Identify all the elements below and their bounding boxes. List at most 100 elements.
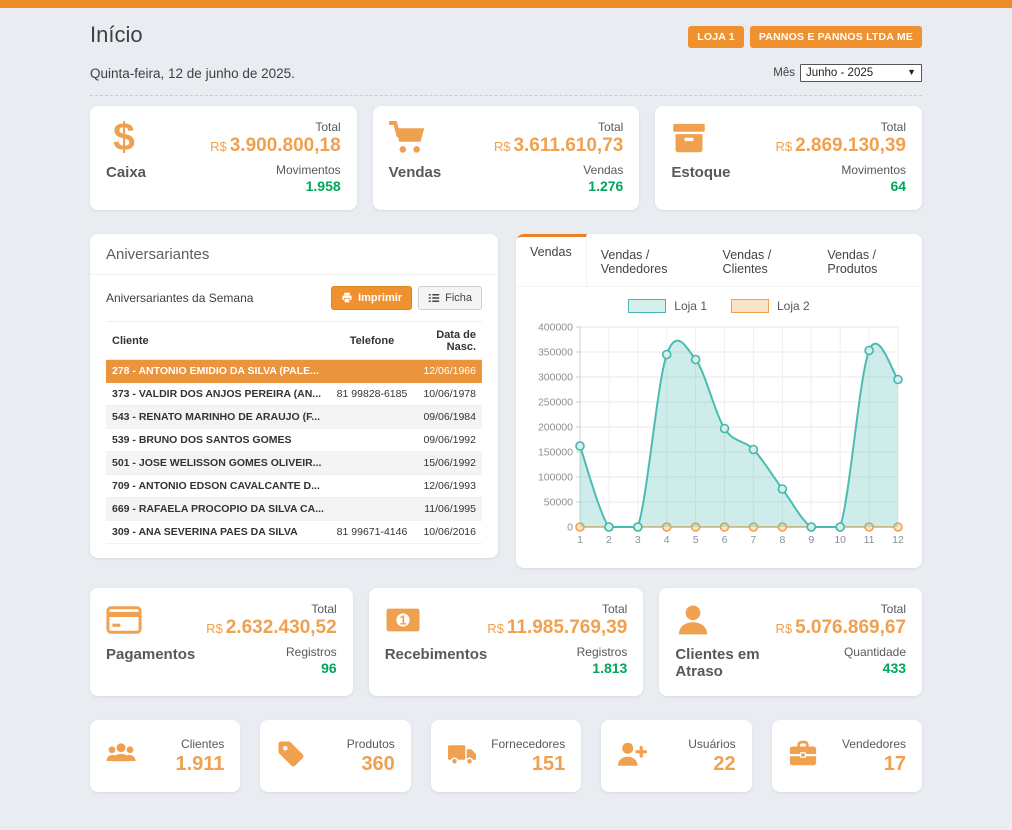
svg-text:10: 10 xyxy=(834,534,846,546)
print-button[interactable]: Imprimir xyxy=(331,286,412,310)
tab-vendas-vendedores[interactable]: Vendas / Vendedores xyxy=(587,234,709,286)
month-filter: Mês Junho - 2025 ▼ xyxy=(773,64,922,82)
tab-vendas[interactable]: Vendas xyxy=(516,234,587,286)
table-row[interactable]: 373 - VALDIR DOS ANJOS PEREIRA (AN...81 … xyxy=(106,383,482,406)
cell-data-nasc: 10/06/2016 xyxy=(414,521,482,544)
count-card-fornecedores: Fornecedores151 xyxy=(431,720,581,792)
chart-legend: Loja 1Loja 2 xyxy=(532,299,906,313)
cell-telefone xyxy=(330,452,414,475)
svg-text:1: 1 xyxy=(577,534,583,546)
stat-card-title: Pagamentos xyxy=(106,646,195,663)
svg-text:6: 6 xyxy=(722,534,728,546)
currency-prefix: R$ xyxy=(775,621,792,636)
table-header-row: Cliente Telefone Data de Nasc. xyxy=(106,322,482,360)
svg-text:100000: 100000 xyxy=(538,472,573,484)
count-label: Clientes xyxy=(175,737,224,751)
tab-vendas-produtos[interactable]: Vendas / Produtos xyxy=(813,234,922,286)
table-row[interactable]: 669 - RAFAELA PROCOPIO DA SILVA CA... 11/… xyxy=(106,498,482,521)
svg-text:12: 12 xyxy=(892,534,904,546)
column-header-cliente: Cliente xyxy=(106,322,330,360)
page-title: Início xyxy=(90,22,143,48)
svg-text:5: 5 xyxy=(693,534,699,546)
cell-telefone xyxy=(330,406,414,429)
user-icon xyxy=(675,602,711,638)
box-icon xyxy=(671,120,707,156)
total-value: R$2.869.130,39 xyxy=(775,135,906,157)
ficha-button[interactable]: Ficha xyxy=(418,286,482,310)
cell-cliente: 669 - RAFAELA PROCOPIO DA SILVA CA... xyxy=(106,498,330,521)
birthdays-panel-title: Aniversariantes xyxy=(90,234,498,275)
stat-card-pagamentos: PagamentosTotalR$2.632.430,52Registros96 xyxy=(90,588,353,696)
sub-value: 1.958 xyxy=(210,178,341,194)
money-bill-icon xyxy=(385,602,421,638)
svg-text:250000: 250000 xyxy=(538,397,573,409)
cell-data-nasc: 12/06/1993 xyxy=(414,475,482,498)
count-value: 22 xyxy=(688,753,735,776)
month-select[interactable]: Junho - 2025 xyxy=(800,64,922,82)
count-card-clientes: Clientes 1.911 xyxy=(90,720,240,792)
credit-card-icon xyxy=(106,602,142,638)
date-row: Quinta-feira, 12 de junho de 2025. Mês J… xyxy=(90,64,922,96)
table-row[interactable]: 709 - ANTONIO EDSON CAVALCANTE D... 12/06… xyxy=(106,475,482,498)
sub-label: Registros xyxy=(487,645,627,659)
sub-label: Movimentos xyxy=(210,163,341,177)
cell-data-nasc: 11/06/1995 xyxy=(414,498,482,521)
count-label: Vendedores xyxy=(842,737,906,751)
svg-text:350000: 350000 xyxy=(538,347,573,359)
cell-cliente: 539 - BRUNO DOS SANTOS GOMES xyxy=(106,429,330,452)
svg-text:50000: 50000 xyxy=(544,497,573,509)
chart-tabs: VendasVendas / VendedoresVendas / Client… xyxy=(516,234,922,287)
sub-label: Vendas xyxy=(494,163,624,177)
dashboard-container: Início LOJA 1 PANNOS E PANNOS LTDA ME Qu… xyxy=(90,8,922,792)
count-label: Usuários xyxy=(688,737,735,751)
count-value: 17 xyxy=(842,753,906,776)
cell-telefone xyxy=(330,429,414,452)
total-value: R$11.985.769,39 xyxy=(487,617,627,639)
tab-vendas-clientes[interactable]: Vendas / Clientes xyxy=(709,234,814,286)
stat-cards-row-2: PagamentosTotalR$2.632.430,52Registros96… xyxy=(90,588,922,696)
svg-text:4: 4 xyxy=(664,534,670,546)
svg-text:9: 9 xyxy=(808,534,814,546)
current-date-text: Quinta-feira, 12 de junho de 2025. xyxy=(90,66,295,81)
table-row[interactable]: 501 - JOSE WELISSON GOMES OLIVEIR...15/0… xyxy=(106,452,482,475)
stat-card-title: Caixa xyxy=(106,164,146,181)
store-badge[interactable]: LOJA 1 xyxy=(688,26,744,48)
count-value: 1.911 xyxy=(175,753,224,776)
user-plus-icon xyxy=(617,739,647,769)
top-accent-bar xyxy=(0,0,1012,8)
currency-prefix: R$ xyxy=(210,139,227,154)
svg-text:7: 7 xyxy=(751,534,757,546)
cell-telefone xyxy=(330,498,414,521)
birthdays-table: Cliente Telefone Data de Nasc. 278 - ANT… xyxy=(106,321,482,544)
currency-prefix: R$ xyxy=(775,139,792,154)
svg-text:200000: 200000 xyxy=(538,422,573,434)
cell-cliente: 709 - ANTONIO EDSON CAVALCANTE D... xyxy=(106,475,330,498)
table-row[interactable]: 543 - RENATO MARINHO DE ARAUJO (F...09/0… xyxy=(106,406,482,429)
table-row[interactable]: 278 - ANTONIO EMIDIO DA SILVA (PALE...12… xyxy=(106,360,482,383)
stat-card-recebimentos: RecebimentosTotalR$11.985.769,39Registro… xyxy=(369,588,644,696)
stat-card-vendas: VendasTotalR$3.611.610,73Vendas1.276 xyxy=(373,106,640,210)
table-row[interactable]: 539 - BRUNO DOS SANTOS GOMES09/06/1992 xyxy=(106,429,482,452)
cell-data-nasc: 10/06/1978 xyxy=(414,383,482,406)
printer-icon xyxy=(341,292,353,304)
stat-card-estoque: EstoqueTotalR$2.869.130,39Movimentos64 xyxy=(655,106,922,210)
table-row[interactable]: 309 - ANA SEVERINA PAES DA SILVA81 99671… xyxy=(106,521,482,544)
company-badge[interactable]: PANNOS E PANNOS LTDA ME xyxy=(750,26,922,48)
sales-chart-panel: VendasVendas / VendedoresVendas / Client… xyxy=(516,234,922,568)
stat-card-clientes-em-atraso: Clientes em AtrasoTotalR$5.076.869,67Qua… xyxy=(659,588,922,696)
total-value: R$2.632.430,52 xyxy=(206,617,337,639)
stat-card-title: Vendas xyxy=(389,164,442,181)
currency-prefix: R$ xyxy=(206,621,223,636)
sub-label: Registros xyxy=(206,645,337,659)
sub-value: 1.276 xyxy=(494,178,624,194)
total-label: Total xyxy=(210,120,341,134)
total-value: R$3.611.610,73 xyxy=(494,135,624,157)
currency-prefix: R$ xyxy=(494,139,511,154)
total-label: Total xyxy=(206,602,337,616)
currency-prefix: R$ xyxy=(487,621,504,636)
stat-card-title: Recebimentos xyxy=(385,646,488,663)
legend-swatch xyxy=(731,299,769,313)
svg-text:150000: 150000 xyxy=(538,447,573,459)
sub-label: Movimentos xyxy=(775,163,906,177)
legend-label: Loja 2 xyxy=(777,299,810,313)
